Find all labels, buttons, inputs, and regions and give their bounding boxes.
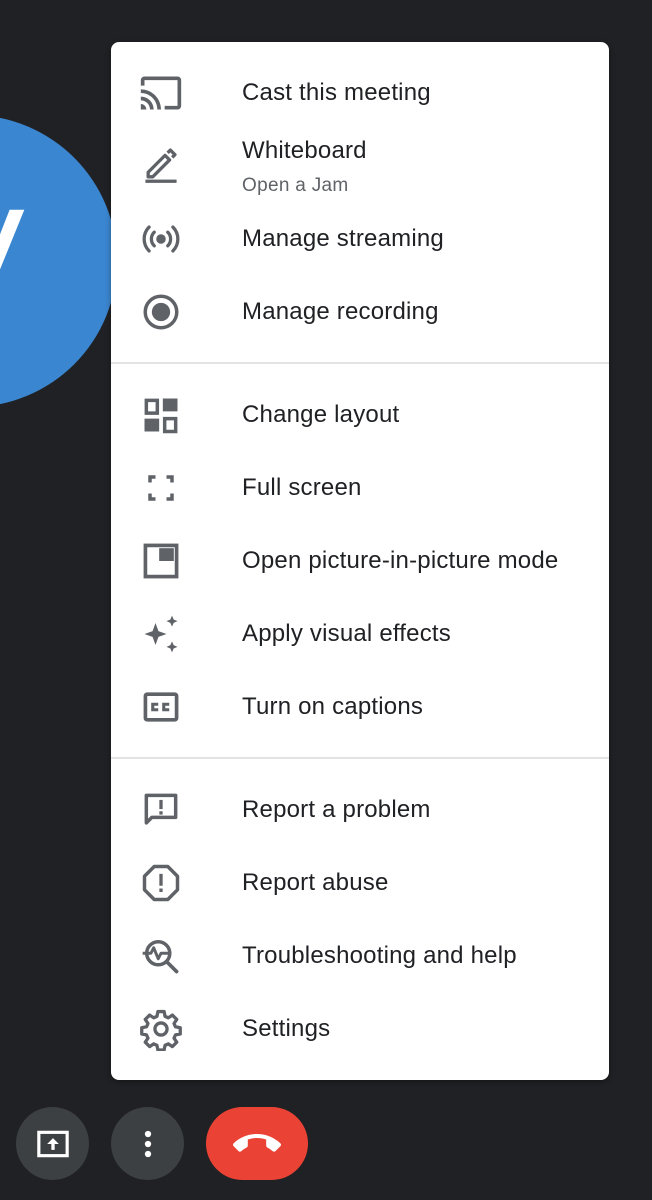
menu-item-label: Apply visual effects [242, 619, 451, 647]
menu-item-label: Manage recording [242, 297, 439, 325]
menu-item-full-screen[interactable]: Full screen [111, 451, 609, 524]
layout-icon [139, 393, 183, 437]
feedback-icon [139, 788, 183, 832]
more-options-menu: Cast this meeting Whiteboard Open a Jam … [111, 42, 609, 1080]
pen-icon [139, 142, 183, 186]
captions-icon [139, 685, 183, 729]
menu-item-report-abuse[interactable]: Report abuse [111, 846, 609, 919]
participant-avatar: V [0, 115, 117, 407]
menu-item-label: Troubleshooting and help [242, 941, 517, 969]
menu-divider [111, 362, 609, 364]
menu-divider [111, 757, 609, 759]
menu-item-troubleshooting[interactable]: Troubleshooting and help [111, 919, 609, 992]
menu-item-label: Full screen [242, 473, 362, 501]
avatar-initial: V [0, 115, 25, 407]
streaming-icon [139, 217, 183, 261]
sparkle-icon [139, 612, 183, 656]
menu-item-manage-recording[interactable]: Manage recording [111, 275, 609, 348]
menu-item-manage-streaming[interactable]: Manage streaming [111, 202, 609, 275]
menu-item-cast-meeting[interactable]: Cast this meeting [111, 56, 609, 129]
menu-item-label: Cast this meeting [242, 78, 431, 106]
menu-item-visual-effects[interactable]: Apply visual effects [111, 597, 609, 670]
menu-item-sublabel: Open a Jam [242, 175, 349, 196]
menu-item-label: Whiteboard [242, 137, 367, 164]
fullscreen-icon [139, 466, 183, 510]
picture-in-picture-icon [139, 539, 183, 583]
menu-item-captions[interactable]: Turn on captions [111, 670, 609, 743]
menu-item-report-problem[interactable]: Report a problem [111, 773, 609, 846]
hang-up-icon [233, 1133, 281, 1152]
hang-up-button[interactable] [206, 1107, 308, 1180]
more-options-icon [144, 1130, 151, 1157]
menu-item-label: Report abuse [242, 868, 389, 896]
menu-item-label: Manage streaming [242, 224, 444, 252]
menu-item-label: Settings [242, 1014, 331, 1042]
troubleshoot-icon [139, 934, 183, 978]
menu-item-label: Turn on captions [242, 692, 424, 720]
gear-icon [139, 1007, 183, 1051]
more-options-button[interactable] [111, 1107, 184, 1180]
menu-item-label: Open picture-in-picture mode [242, 546, 559, 574]
present-screen-button[interactable] [16, 1107, 89, 1180]
menu-item-change-layout[interactable]: Change layout [111, 378, 609, 451]
record-icon [139, 290, 183, 334]
menu-item-label: Change layout [242, 400, 400, 428]
cast-icon [139, 71, 183, 115]
menu-item-whiteboard[interactable]: Whiteboard Open a Jam [111, 129, 609, 207]
menu-item-settings[interactable]: Settings [111, 992, 609, 1065]
report-icon [139, 861, 183, 905]
menu-item-picture-in-picture[interactable]: Open picture-in-picture mode [111, 524, 609, 597]
meeting-stage: V Cast this meeting Whiteboard Open a Ja… [0, 0, 652, 1200]
menu-item-label: Report a problem [242, 795, 431, 823]
present-screen-icon [36, 1130, 69, 1157]
